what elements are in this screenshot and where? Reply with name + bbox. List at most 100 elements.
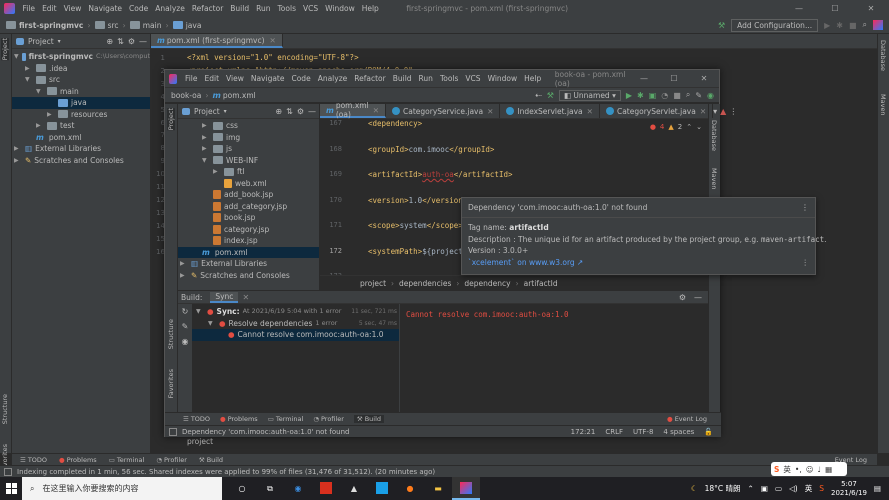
tool-build[interactable]: ⚒ Build [199,456,223,464]
clock[interactable]: 5:07 2021/6/19 [831,480,867,498]
tool-terminal[interactable]: ▭ Terminal [268,415,304,423]
close-icon[interactable]: ✕ [689,74,719,83]
chevron-down-icon[interactable]: ▼ [25,74,33,86]
editor-tab[interactable]: m pom.xml (oa) ✕ [320,101,386,119]
chevron-right-icon[interactable]: ▶ [180,258,188,270]
tool-todo[interactable]: ☰ TODO [183,415,210,423]
menu-navigate[interactable]: Navigate [85,4,126,13]
tree-item[interactable]: ▼ first-springmvc C:\Users\comput [12,51,150,63]
chevron-right-icon[interactable]: ▶ [25,63,33,75]
pin-icon[interactable]: ✎ [182,322,189,331]
minimize-icon[interactable]: — [781,4,817,13]
collapse-icon[interactable]: ⇅ [117,37,124,46]
maven-tool-button[interactable]: Maven [710,168,718,190]
tray-expand-icon[interactable]: ⌃ [748,484,754,493]
project-tool-button[interactable]: Project [167,108,175,131]
breadcrumb-item[interactable]: src [108,21,119,30]
project-view-label[interactable]: Project [28,37,54,46]
update-icon[interactable]: ◉ [707,91,714,100]
tree-item[interactable]: m pom.xml [178,246,319,258]
chevron-right-icon[interactable]: ▶ [36,120,44,132]
tree-item[interactable]: ▶ ▥ External Libraries [12,143,150,155]
tool-profiler[interactable]: ◔ Profiler [156,456,187,464]
ime-indicator[interactable]: 英 [805,483,813,494]
popup-link[interactable]: `xcelement` on www.w3.org ↗ [468,257,583,269]
project-view-label[interactable]: Project [194,107,220,116]
code-breadcrumb-item[interactable]: artifactId [524,279,558,288]
close-tab-icon[interactable]: ✕ [373,106,379,115]
menu-build[interactable]: Build [227,4,253,13]
task-view-icon[interactable]: ⧉ [256,484,284,494]
run-icon[interactable]: ▶ [824,21,830,30]
menu-tools[interactable]: Tools [436,74,461,83]
tree-item[interactable]: ▶ resources [12,109,150,121]
tab-outer-pom[interactable]: m pom.xml (first-springmvc) ✕ [151,34,283,48]
tool-profiler[interactable]: ◔ Profiler [313,415,344,423]
debug-icon[interactable]: ✱ [637,91,644,100]
menu-window[interactable]: Window [322,4,359,13]
taskbar-search[interactable]: ⌕ 在这里输入你要搜索的内容 [22,477,222,500]
collapse-icon[interactable]: ⇅ [286,107,293,116]
network-icon[interactable]: ▭ [775,484,782,493]
chevron-right-icon[interactable]: ▶ [180,270,188,282]
tree-item[interactable]: ▶ .idea [12,63,150,75]
tree-item[interactable]: ▶ test [12,120,150,132]
hide-panel-icon[interactable]: — [139,37,147,46]
resolve-node[interactable]: ▼ ● Resolve dependencies 1 error 5 sec, … [192,318,399,330]
tool-terminal[interactable]: ▭ Terminal [109,456,145,464]
chevron-right-icon[interactable]: ▶ [14,155,22,167]
chevron-right-icon[interactable]: ▶ [14,143,22,155]
intellij-icon[interactable] [452,477,480,500]
chevron-right-icon[interactable]: ▶ [202,132,210,144]
menu-file[interactable]: File [181,74,201,83]
stop-icon[interactable]: ■ [849,21,857,30]
chevron-down-icon[interactable]: ▼ [14,51,19,63]
notes-icon[interactable] [368,481,396,496]
weather-icon[interactable]: ☾ [691,484,698,493]
tree-item[interactable]: add_book.jsp [178,189,319,201]
tree-item[interactable]: ▼ main [12,86,150,98]
search-icon[interactable]: ⌕ [686,90,690,100]
menu-code[interactable]: Code [288,74,314,83]
chevron-down-icon[interactable]: ▾ [58,38,61,45]
notification-icon[interactable]: ▤ [874,484,881,493]
database-tool-button[interactable]: Database [710,120,718,151]
tree-item[interactable]: web.xml [178,178,319,190]
tree-item[interactable]: ▼ WEB-INF [178,155,319,167]
menu-refactor[interactable]: Refactor [351,74,389,83]
chevron-down-icon[interactable]: ▼ [202,155,210,167]
lock-icon[interactable]: 🔓 [704,428,713,436]
menu-code[interactable]: Code [126,4,152,13]
chevron-right-icon[interactable]: ▶ [47,109,55,121]
menu-navigate[interactable]: Navigate [247,74,288,83]
close-tab-icon[interactable]: ✕ [487,107,493,116]
editor-tab[interactable]: CategoryService.java ✕ [386,104,501,118]
code-breadcrumb-item[interactable]: project [360,279,386,288]
more-icon[interactable]: ⋮ [801,203,809,212]
tool-build[interactable]: ⚒ Build [353,415,385,423]
firefox-icon[interactable]: ● [396,484,424,493]
editor-tab[interactable]: CategoryServlet.java ✕ [600,104,714,118]
build-console[interactable]: Cannot resolve com.imooc:auth-oa:1.0 [399,304,708,412]
tree-item[interactable]: m pom.xml [12,132,150,144]
maximize-icon[interactable]: ☐ [659,74,689,83]
sogou-icon[interactable]: S [819,484,824,493]
menu-run[interactable]: Run [253,4,274,13]
profile-icon[interactable]: ◔ [661,91,668,100]
rerun-icon[interactable]: ↻ [182,307,189,316]
add-configuration-button[interactable]: Add Configuration... [731,18,819,32]
back-icon[interactable]: ⇠ [535,91,542,100]
tool-problems[interactable]: ● Problems [59,456,97,464]
menu-build[interactable]: Build [389,74,415,83]
indent-setting[interactable]: 4 spaces [663,428,694,436]
close-icon[interactable]: ✕ [853,4,889,13]
sync-node[interactable]: ▼ ● Sync: At 2021/6/19 5:04 with 1 error… [192,306,399,318]
breadcrumb-item[interactable]: first-springmvc [19,21,83,30]
menu-run[interactable]: Run [415,74,436,83]
chevron-down-icon[interactable]: ⌄ [696,123,702,131]
editor-tab[interactable]: IndexServlet.java ✕ [500,104,600,118]
close-tab-icon[interactable]: ✕ [700,107,706,116]
split-icon[interactable]: ⋮ [729,107,737,116]
event-log-button[interactable]: ● Event Log [667,415,707,423]
locate-icon[interactable]: ⊕ [106,37,113,46]
